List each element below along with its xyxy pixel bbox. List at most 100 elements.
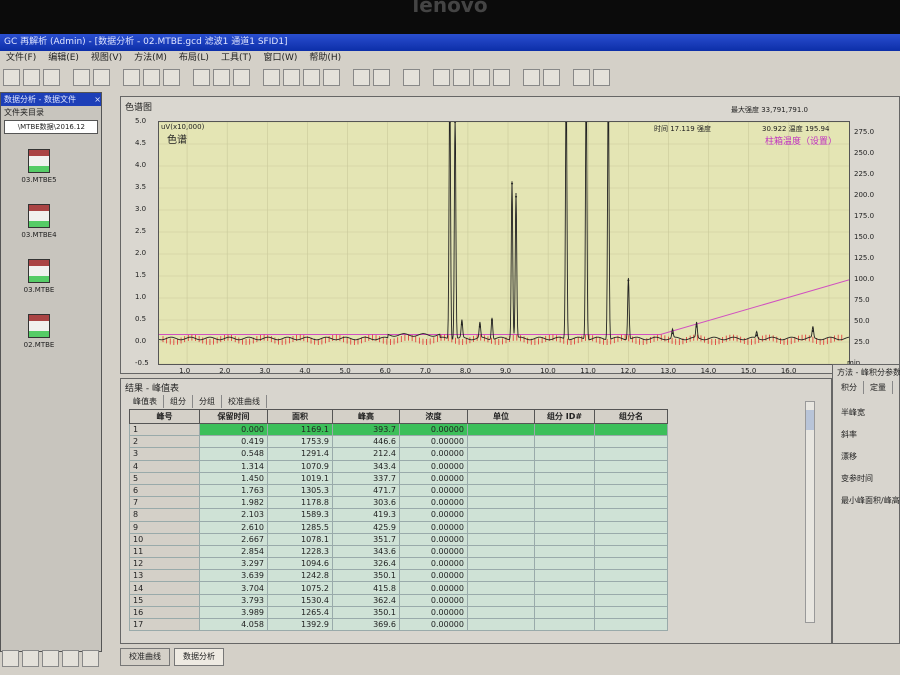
toolbar-button[interactable] xyxy=(263,69,280,86)
peak-apex-marker xyxy=(627,279,630,282)
scrollbar-thumb[interactable] xyxy=(806,410,814,430)
menu-item[interactable]: 工具(T) xyxy=(221,51,252,65)
table-row[interactable]: 8 2.103 1589.3 419.3 0.00000 xyxy=(129,508,668,522)
column-header[interactable]: 浓度 xyxy=(399,409,468,424)
file-name: 03.MTBE xyxy=(23,286,55,294)
tab-定量[interactable]: 定量 xyxy=(864,381,893,394)
toolbar-button[interactable] xyxy=(323,69,340,86)
doc-tab[interactable]: 校准曲线 xyxy=(120,648,170,666)
table-cell: 3.639 xyxy=(199,569,268,583)
table-row[interactable]: 2 0.419 1753.9 446.6 0.00000 xyxy=(129,435,668,449)
table-row[interactable]: 10 2.667 1078.1 351.7 0.00000 xyxy=(129,532,668,546)
column-header[interactable]: 面积 xyxy=(267,409,333,424)
folder-dropdown[interactable]: \MTBE数据\2016.12 xyxy=(4,120,98,134)
column-header[interactable]: 峰号 xyxy=(129,409,200,424)
toolbar-button[interactable] xyxy=(163,69,180,86)
toolbar-button[interactable] xyxy=(73,69,90,86)
table-cell xyxy=(594,447,668,461)
toolbar-button[interactable] xyxy=(353,69,370,86)
toolbar-button[interactable] xyxy=(233,69,250,86)
toolbar-button[interactable] xyxy=(403,69,420,86)
column-header[interactable]: 组分名 xyxy=(594,409,668,424)
tool-icon[interactable] xyxy=(82,650,99,667)
toolbar-button[interactable] xyxy=(543,69,560,86)
toolbar-button[interactable] xyxy=(193,69,210,86)
toolbar-button[interactable] xyxy=(493,69,510,86)
table-row[interactable]: 3 0.548 1291.4 212.4 0.00000 xyxy=(129,447,668,461)
tool-icon[interactable] xyxy=(62,650,79,667)
table-row[interactable]: 17 4.058 1392.9 369.6 0.00000 xyxy=(129,617,668,632)
table-row[interactable]: 9 2.610 1285.5 425.9 0.00000 xyxy=(129,520,668,534)
column-header[interactable]: 组分 ID# xyxy=(534,409,595,424)
tab-分组[interactable]: 分组 xyxy=(193,395,222,408)
column-header[interactable]: 保留时间 xyxy=(199,409,268,424)
table-cell: 1305.3 xyxy=(267,483,333,498)
table-cell xyxy=(534,471,595,485)
table-cell: 350.1 xyxy=(332,569,400,583)
menu-item[interactable]: 帮助(H) xyxy=(309,51,341,65)
toolbar-button[interactable] xyxy=(573,69,590,86)
table-row[interactable]: 5 1.450 1019.1 337.7 0.00000 xyxy=(129,471,668,485)
toolbar-button[interactable] xyxy=(93,69,110,86)
doc-tab[interactable]: 数据分析 xyxy=(174,648,224,666)
toolbar-button[interactable] xyxy=(373,69,390,86)
table-cell xyxy=(594,496,668,510)
file-item[interactable]: 03.MTBE4 xyxy=(9,204,69,239)
peak-apex-marker xyxy=(671,332,674,335)
file-item[interactable]: 02.MTBE xyxy=(9,314,69,349)
y-tick-label: 3.0 xyxy=(135,205,147,213)
tab-峰值表[interactable]: 峰值表 xyxy=(127,395,164,408)
table-cell xyxy=(467,508,535,522)
table-cell xyxy=(594,569,668,583)
tab-积分[interactable]: 积分 xyxy=(835,381,864,394)
table-row[interactable]: 14 3.704 1075.2 415.8 0.00000 xyxy=(129,581,668,595)
toolbar-button[interactable] xyxy=(473,69,490,86)
table-row[interactable]: 15 3.793 1530.4 362.4 0.00000 xyxy=(129,593,668,607)
toolbar-button[interactable] xyxy=(453,69,470,86)
toolbar-button[interactable] xyxy=(23,69,40,86)
menu-item[interactable]: 编辑(E) xyxy=(48,51,79,65)
table-row[interactable]: 4 1.314 1070.9 343.4 0.00000 xyxy=(129,459,668,473)
column-header[interactable]: 峰高 xyxy=(332,409,400,424)
table-row[interactable]: 6 1.763 1305.3 471.7 0.00000 xyxy=(129,483,668,498)
tool-icon[interactable] xyxy=(42,650,59,667)
menu-item[interactable]: 窗口(W) xyxy=(263,51,297,65)
tool-icon[interactable] xyxy=(22,650,39,667)
table-row[interactable]: 12 3.297 1094.6 326.4 0.00000 xyxy=(129,557,668,571)
toolbar-button[interactable] xyxy=(3,69,20,86)
tab-组分[interactable]: 组分 xyxy=(164,395,193,408)
table-cell: 0.00000 xyxy=(399,605,468,620)
table-cell: 0.00000 xyxy=(399,447,468,461)
peak-number: 7 xyxy=(129,496,200,510)
table-row[interactable]: 1 0.000 1169.1 393.7 0.00000 xyxy=(129,422,668,437)
menu-bar: 文件(F) 编辑(E) 视图(V) 方法(M) 布局(L) 工具(T) 窗口(W) 帮助(H) xyxy=(0,51,900,65)
method-panel: 方法 - 峰积分参数 积分 定量 半峰宽 斜率 漂移 变参时间 最小峰面积/峰高 xyxy=(832,364,900,644)
table-row[interactable]: 7 1.982 1178.8 303.6 0.00000 xyxy=(129,496,668,510)
toolbar-button[interactable] xyxy=(523,69,540,86)
chromatogram-plot[interactable]: uV(x10,000) 色谱 时间 17.119 强度 30.922 温度 19… xyxy=(158,119,850,365)
toolbar-button[interactable] xyxy=(143,69,160,86)
table-row[interactable]: 13 3.639 1242.8 350.1 0.00000 xyxy=(129,569,668,583)
table-row[interactable]: 11 2.854 1228.3 343.6 0.00000 xyxy=(129,544,668,559)
close-icon[interactable]: × xyxy=(94,93,101,106)
toolbar-button[interactable] xyxy=(593,69,610,86)
file-item[interactable]: 03.MTBE xyxy=(9,259,69,294)
menu-item[interactable]: 方法(M) xyxy=(134,51,167,65)
peak-number: 15 xyxy=(129,593,200,607)
toolbar-button[interactable] xyxy=(43,69,60,86)
toolbar-button[interactable] xyxy=(433,69,450,86)
tab-校准曲线[interactable]: 校准曲线 xyxy=(222,395,267,408)
menu-item[interactable]: 视图(V) xyxy=(91,51,122,65)
table-row[interactable]: 16 3.989 1265.4 350.1 0.00000 xyxy=(129,605,668,620)
table-cell: 1242.8 xyxy=(267,569,333,583)
toolbar-button[interactable] xyxy=(123,69,140,86)
vertical-scrollbar[interactable] xyxy=(805,401,815,623)
tool-icon[interactable] xyxy=(2,650,19,667)
column-header[interactable]: 单位 xyxy=(467,409,535,424)
menu-item[interactable]: 布局(L) xyxy=(179,51,209,65)
toolbar-button[interactable] xyxy=(303,69,320,86)
file-item[interactable]: 03.MTBE5 xyxy=(9,149,69,184)
toolbar-button[interactable] xyxy=(283,69,300,86)
menu-item[interactable]: 文件(F) xyxy=(6,51,36,65)
toolbar-button[interactable] xyxy=(213,69,230,86)
